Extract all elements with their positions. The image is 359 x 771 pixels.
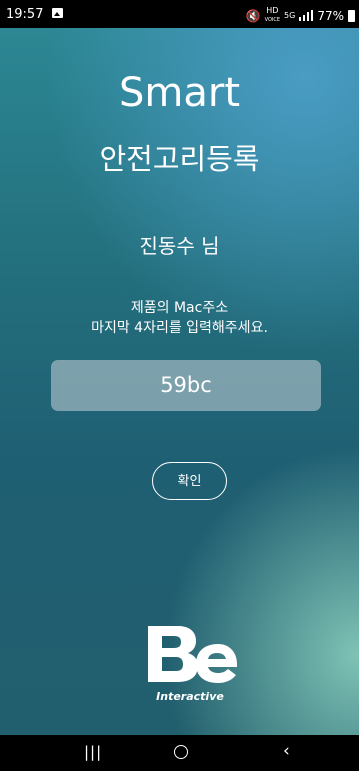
battery-icon — [348, 9, 355, 22]
system-nav-bar: ||| ‹ — [0, 735, 359, 771]
instruction-line-1: 제품의 Mac주소 — [130, 300, 229, 316]
status-bar: 19:57 🔇 HD VOICE 5G 77% — [0, 0, 359, 28]
back-icon[interactable]: ‹ — [283, 741, 290, 761]
be-interactive-logo: Interactive — [148, 626, 238, 703]
logo-subtitle: Interactive — [156, 690, 224, 703]
user-greeting: 진동수 님 — [139, 234, 220, 258]
battery-percent: 77% — [317, 8, 344, 23]
recent-apps-icon[interactable]: ||| — [84, 743, 102, 761]
home-icon[interactable] — [174, 745, 188, 759]
mute-icon: 🔇 — [245, 8, 261, 23]
status-indicators: 🔇 HD VOICE 5G 77% — [246, 7, 355, 24]
instruction-line-2: 마지막 4자리를 입력해주세요. — [91, 320, 268, 336]
image-notification-icon — [52, 8, 63, 18]
network-badge: 5G — [284, 10, 296, 20]
confirm-button[interactable]: 확인 — [152, 462, 227, 500]
status-time: 19:57 — [6, 7, 44, 22]
hd-voice-badge: HD VOICE — [264, 6, 281, 24]
app-screen: 19:57 🔇 HD VOICE 5G 77% Smart 안전고리등록 진동수 … — [0, 0, 359, 771]
mac-address-input[interactable]: 59bc — [51, 360, 321, 411]
app-title: Smart — [119, 70, 240, 116]
signal-icon — [299, 10, 314, 21]
page-title: 안전고리등록 — [99, 142, 260, 176]
